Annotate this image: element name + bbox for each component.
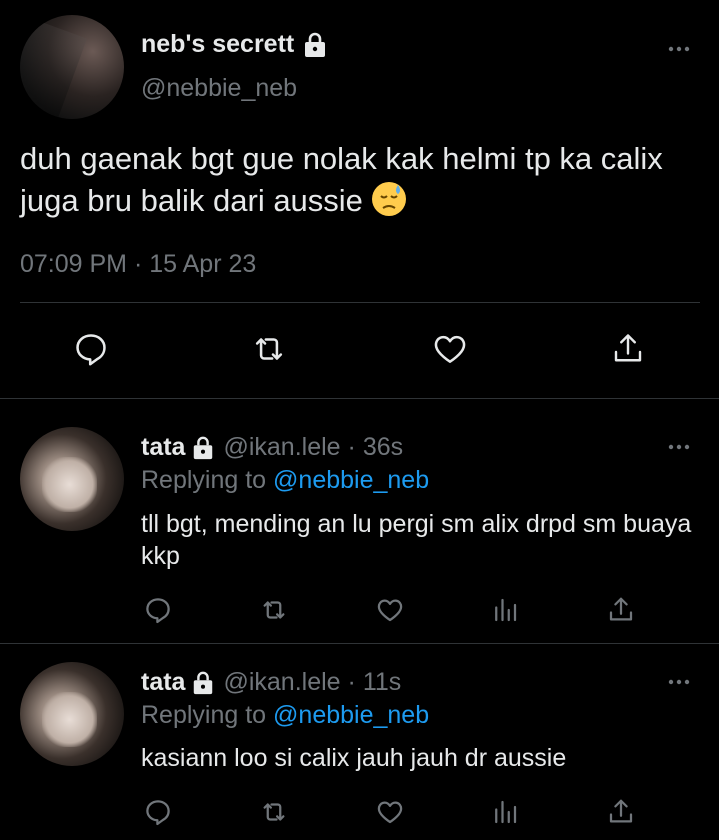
replying-to: Replying to @nebbie_neb	[141, 466, 429, 495]
retweet-icon[interactable]	[258, 797, 290, 827]
reply-header: tata @ikan.lele · 36s	[141, 433, 403, 462]
timestamp[interactable]: 36s	[363, 433, 403, 461]
downcast-face-with-sweat-icon	[371, 181, 407, 217]
reply-tweet[interactable]: tata @ikan.lele · 36s Replying to @nebbie…	[0, 399, 719, 643]
replying-to: Replying to @nebbie_neb	[141, 701, 429, 730]
display-name[interactable]: tata	[141, 433, 185, 461]
display-name-text[interactable]: neb's secrett	[141, 30, 294, 58]
tweet-text: duh gaenak bgt gue nolak kak helmi tp ka…	[20, 138, 700, 222]
mention-link[interactable]: @nebbie_neb	[273, 466, 429, 494]
display-name[interactable]: neb's secrett	[141, 30, 328, 59]
divider	[20, 302, 700, 303]
avatar[interactable]	[20, 15, 124, 119]
timestamp[interactable]: 11s	[363, 668, 401, 696]
main-tweet: neb's secrett @nebbie_neb duh gaenak bgt…	[0, 0, 719, 398]
tweet-text: tll bgt, mending an lu pergi sm alix drp…	[141, 510, 692, 570]
mention-link[interactable]: @nebbie_neb	[273, 701, 429, 729]
display-name[interactable]: tata	[141, 668, 185, 696]
replying-prefix: Replying to	[141, 466, 267, 494]
reply-tweet[interactable]: tata @ikan.lele · 11s Replying to @nebbie…	[0, 644, 719, 840]
retweet-icon[interactable]	[249, 330, 289, 368]
separator: ·	[133, 250, 143, 278]
retweet-icon[interactable]	[258, 595, 290, 625]
action-bar	[0, 330, 719, 374]
reply-header: tata @ikan.lele · 11s	[141, 668, 401, 697]
time[interactable]: 07:09 PM	[20, 250, 127, 278]
action-bar	[0, 595, 719, 625]
views-icon[interactable]	[490, 595, 520, 625]
date[interactable]: 15 Apr 23	[149, 250, 256, 278]
reply-icon[interactable]	[143, 797, 173, 827]
avatar[interactable]	[20, 662, 124, 766]
reply-icon[interactable]	[143, 595, 173, 625]
separator: ·	[347, 668, 356, 696]
share-icon[interactable]	[606, 797, 636, 827]
reply-icon[interactable]	[72, 330, 110, 368]
handle[interactable]: @nebbie_neb	[141, 74, 297, 103]
share-icon[interactable]	[610, 330, 646, 368]
lock-icon	[191, 671, 215, 695]
like-icon[interactable]	[374, 595, 406, 625]
share-icon[interactable]	[606, 595, 636, 625]
more-icon[interactable]	[667, 45, 691, 53]
like-icon[interactable]	[430, 330, 470, 368]
action-bar	[0, 797, 719, 827]
more-icon[interactable]	[667, 443, 691, 451]
lock-icon	[302, 32, 328, 58]
handle[interactable]: @ikan.lele	[223, 668, 340, 696]
replying-prefix: Replying to	[141, 701, 267, 729]
views-icon[interactable]	[490, 797, 520, 827]
lock-icon	[191, 436, 215, 460]
separator: ·	[347, 433, 356, 461]
tweet-text-body: duh gaenak bgt gue nolak kak helmi tp ka…	[20, 141, 663, 218]
more-icon[interactable]	[667, 678, 691, 686]
avatar[interactable]	[20, 427, 124, 531]
tweet-text: kasiann loo si calix jauh jauh dr aussie	[141, 744, 567, 772]
timestamp[interactable]: 07:09 PM · 15 Apr 23	[20, 250, 256, 279]
handle[interactable]: @ikan.lele	[223, 433, 340, 461]
like-icon[interactable]	[374, 797, 406, 827]
